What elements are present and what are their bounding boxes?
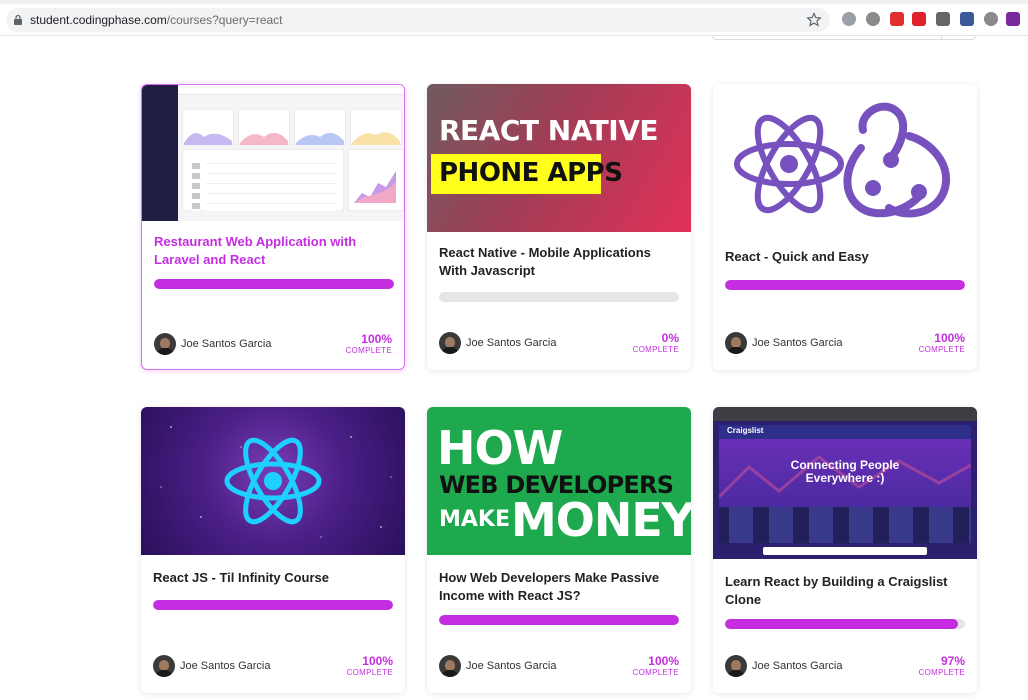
avatar [725,332,747,354]
course-thumbnail: Craigslist Connecting People Everywhere … [713,407,977,559]
eyedropper-icon[interactable] [936,12,950,26]
course-title[interactable]: Learn React by Building a Craigslist Clo… [725,573,965,609]
completion-status: 100% COMPLETE [346,654,393,678]
course-author: Joe Santos Garcia [439,332,557,354]
completion-status: 100% COMPLETE [345,332,392,356]
address-bar[interactable]: student.codingphase.com/courses?query=re… [6,8,830,32]
react-logo-icon [160,426,392,538]
youtube-icon[interactable] [912,12,926,26]
react-logo-icon [734,102,951,218]
lock-icon [14,14,22,25]
abp-icon[interactable] [842,12,856,26]
course-thumbnail: REACT NATIVE PHONE APPS [427,84,691,232]
browser-toolbar: student.codingphase.com/courses?query=re… [0,0,1028,36]
course-thumbnail [141,407,405,555]
course-thumbnail [142,85,404,221]
course-title[interactable]: Restaurant Web Application with Laravel … [154,233,392,269]
bookmark-star-icon[interactable] [806,12,822,28]
progress-bar [154,279,394,289]
avatar [439,332,461,354]
course-card[interactable]: HOW WEB DEVELOPERS MAKE MONEY How Web De… [427,407,691,693]
course-author: Joe Santos Garcia [153,655,271,677]
camera-icon[interactable] [984,12,998,26]
avatar [439,655,461,677]
avatar [725,655,747,677]
avatar [154,333,176,355]
red-app-icon[interactable] [890,12,904,26]
progress-bar [439,615,679,625]
course-author: Joe Santos Garcia [725,332,843,354]
course-search-box[interactable] [712,36,976,40]
course-card[interactable]: REACT NATIVE PHONE APPS React Native - M… [427,84,691,370]
course-title[interactable]: React JS - Til Infinity Course [153,569,393,587]
progress-bar [725,280,965,290]
course-card[interactable]: Restaurant Web Application with Laravel … [141,84,405,370]
progress-bar [439,292,679,302]
tab-strip-edge [0,0,1028,4]
purple-app-icon[interactable] [1006,12,1020,26]
completion-status: 100% COMPLETE [632,654,679,678]
completion-status: 100% COMPLETE [918,331,965,355]
course-thumbnail: HOW WEB DEVELOPERS MAKE MONEY [427,407,691,555]
robot-icon[interactable] [866,12,880,26]
course-thumbnail [713,84,977,234]
url-text: student.codingphase.com/courses?query=re… [30,13,283,27]
avatar [153,655,175,677]
progress-bar [153,600,393,610]
course-title[interactable]: React - Quick and Easy [725,248,965,266]
course-card[interactable]: React JS - Til Infinity Course Joe Santo… [141,407,405,693]
course-title[interactable]: How Web Developers Make Passive Income w… [439,569,679,605]
facebook-icon[interactable] [960,12,974,26]
course-author: Joe Santos Garcia [154,333,272,355]
course-title[interactable]: React Native - Mobile Applications With … [439,244,679,280]
progress-bar [725,619,965,629]
completion-status: 0% COMPLETE [632,331,679,355]
course-card[interactable]: React - Quick and Easy Joe Santos Garcia… [713,84,977,370]
course-card[interactable]: Craigslist Connecting People Everywhere … [713,407,977,693]
completion-status: 97% COMPLETE [918,654,965,678]
course-author: Joe Santos Garcia [439,655,557,677]
course-author: Joe Santos Garcia [725,655,843,677]
